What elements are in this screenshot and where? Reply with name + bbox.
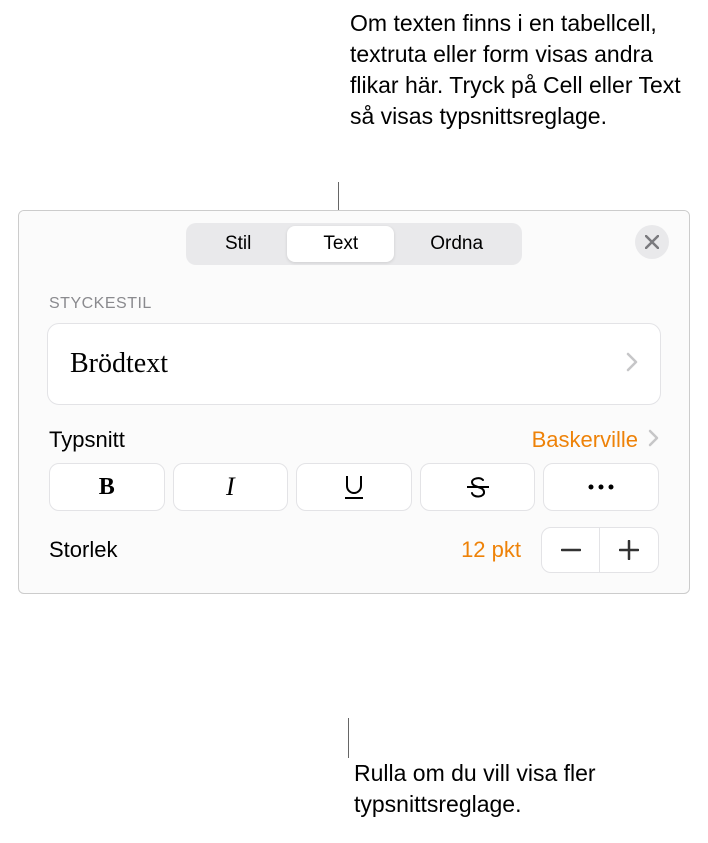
size-decrease-button[interactable] xyxy=(542,528,600,572)
more-options-button[interactable] xyxy=(543,463,659,511)
underline-button[interactable] xyxy=(296,463,412,511)
tab-text[interactable]: Text xyxy=(287,226,394,262)
size-value: 12 pkt xyxy=(461,537,521,563)
font-label: Typsnitt xyxy=(49,427,125,453)
close-icon xyxy=(645,235,659,249)
bold-icon: B xyxy=(99,474,115,501)
underline-icon xyxy=(343,474,365,500)
size-stepper xyxy=(541,527,659,573)
size-increase-button[interactable] xyxy=(600,528,658,572)
callout-line-bottom xyxy=(348,718,349,758)
tab-arrange[interactable]: Ordna xyxy=(394,226,519,262)
callout-line-top xyxy=(338,182,339,210)
font-value: Baskerville xyxy=(532,427,638,453)
tab-style[interactable]: Stil xyxy=(189,226,287,262)
font-row[interactable]: Typsnitt Baskerville xyxy=(49,427,659,453)
italic-icon: I xyxy=(226,472,235,502)
paragraph-style-value: Brödtext xyxy=(70,348,168,380)
more-icon xyxy=(587,483,615,491)
bold-button[interactable]: B xyxy=(49,463,165,511)
text-style-buttons: B I xyxy=(49,463,659,511)
panel-header: Stil Text Ordna xyxy=(19,211,689,277)
strikethrough-icon xyxy=(466,474,490,500)
size-label: Storlek xyxy=(49,537,447,563)
chevron-right-icon xyxy=(648,427,659,453)
paragraph-style-label: STYCKESTIL xyxy=(19,277,689,319)
callout-top: Om texten finns i en tabellcell, textrut… xyxy=(350,8,690,132)
size-row: Storlek 12 pkt xyxy=(49,527,659,573)
format-panel: Stil Text Ordna STYCKESTIL Brödtext Typs… xyxy=(18,210,690,594)
close-button[interactable] xyxy=(635,225,669,259)
chevron-right-icon xyxy=(626,352,638,377)
plus-icon xyxy=(619,540,639,560)
callout-bottom: Rulla om du vill visa fler typsnittsregl… xyxy=(354,758,694,820)
italic-button[interactable]: I xyxy=(173,463,289,511)
strikethrough-button[interactable] xyxy=(420,463,536,511)
paragraph-style-selector[interactable]: Brödtext xyxy=(47,323,661,405)
tab-segmented-control: Stil Text Ordna xyxy=(186,223,522,265)
minus-icon xyxy=(561,548,581,552)
